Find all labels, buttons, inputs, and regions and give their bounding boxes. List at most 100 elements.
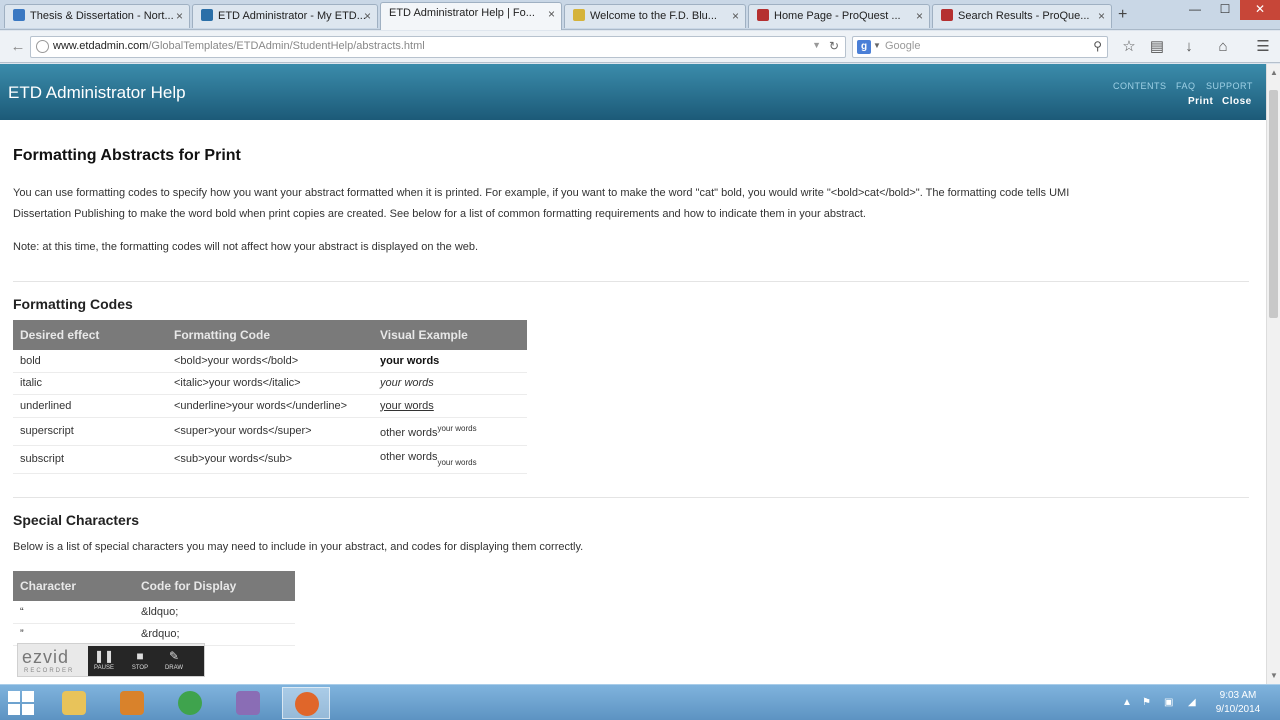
special-characters-table: Character Code for Display “ &ldquo; ” &… xyxy=(13,571,295,646)
start-button[interactable] xyxy=(6,689,36,717)
page-favicon-icon xyxy=(757,9,769,21)
taskbar-chrome[interactable] xyxy=(166,687,214,719)
table-row: subscript <sub>your words</sub> other wo… xyxy=(13,445,527,474)
table-row: ” &rdquo; xyxy=(13,623,295,646)
vertical-scrollbar[interactable]: ▲ ▼ xyxy=(1266,64,1280,684)
formatting-codes-heading: Formatting Codes xyxy=(13,296,133,312)
column-header: Visual Example xyxy=(373,320,527,350)
star-icon[interactable]: ☆ xyxy=(1118,37,1140,57)
maximize-button[interactable]: ☐ xyxy=(1210,0,1240,20)
windows-taskbar: ▲ ⚑ ▣ ◢ 9:03 AM 9/10/2014 xyxy=(0,684,1280,720)
table-row: “ &ldquo; xyxy=(13,601,295,624)
code-cell: <bold>your words</bold> xyxy=(167,350,373,373)
example-cell: your words xyxy=(373,394,527,418)
reload-icon[interactable]: ↻ xyxy=(829,39,839,53)
tab-close-icon[interactable]: × xyxy=(1098,9,1105,23)
page-favicon-icon xyxy=(573,9,585,21)
effect-cell: underlined xyxy=(13,394,167,418)
page-favicon-icon xyxy=(941,9,953,21)
example-cell: other wordsyour words xyxy=(373,417,527,446)
tab-close-icon[interactable]: × xyxy=(732,9,739,23)
tab-thesis[interactable]: Thesis & Dissertation - Nort... × xyxy=(4,4,190,28)
table-header-row: Desired effect Formatting Code Visual Ex… xyxy=(13,320,527,350)
recorder-logo: ezvid xyxy=(22,647,70,667)
pen-icon: ✎ xyxy=(168,649,180,663)
minimize-button[interactable]: — xyxy=(1180,0,1210,20)
close-link[interactable]: Close xyxy=(1222,96,1252,107)
back-arrow-icon[interactable]: ← xyxy=(8,37,28,57)
tab-close-icon[interactable]: × xyxy=(176,9,183,23)
nav-toolbar: ← www.etdadmin.com/GlobalTemplates/ETDAd… xyxy=(0,31,1280,63)
draw-button[interactable]: ✎ DRAW xyxy=(160,646,188,676)
table-row: underlined <underline>your words</underl… xyxy=(13,394,527,418)
pause-button[interactable]: ❚❚ PAUSE xyxy=(90,646,118,676)
home-icon[interactable]: ⌂ xyxy=(1212,37,1234,57)
windows-logo-icon xyxy=(8,691,20,702)
section-divider xyxy=(13,281,1249,282)
bookmarks-icon[interactable]: ▤ xyxy=(1146,37,1168,57)
network-icon[interactable]: ▣ xyxy=(1164,697,1173,708)
recorder-controls: ❚❚ PAUSE ■ STOP ✎ DRAW xyxy=(88,646,204,676)
code-cell: <super>your words</super> xyxy=(167,417,373,446)
dropdown-arrow-icon[interactable]: ▼ xyxy=(812,40,821,50)
volume-icon[interactable]: ◢ xyxy=(1188,697,1196,708)
action-center-icon[interactable]: ⚑ xyxy=(1142,697,1151,708)
tab-strip: Thesis & Dissertation - Nort... × ETD Ad… xyxy=(0,0,1280,30)
table-row: bold <bold>your words</bold> your words xyxy=(13,350,527,373)
system-clock[interactable]: 9:03 AM 9/10/2014 xyxy=(1210,689,1266,717)
taskbar-file-explorer[interactable] xyxy=(50,687,98,719)
tab-search-results[interactable]: Search Results - ProQue... × xyxy=(932,4,1112,28)
media-icon xyxy=(120,691,144,715)
site-header: ETD Administrator Help CONTENTS FAQ SUPP… xyxy=(0,64,1266,120)
table-header-row: Character Code for Display xyxy=(13,571,295,601)
page-title: Formatting Abstracts for Print xyxy=(13,147,241,164)
table-row: superscript <super>your words</super> ot… xyxy=(13,417,527,446)
column-header: Desired effect xyxy=(13,320,167,350)
column-header: Formatting Code xyxy=(167,320,373,350)
tab-proquest-home[interactable]: Home Page - ProQuest ... × xyxy=(748,4,930,28)
scroll-up-arrow-icon[interactable]: ▲ xyxy=(1269,68,1279,77)
google-icon: g xyxy=(857,40,871,54)
support-link[interactable]: SUPPORT xyxy=(1206,81,1253,91)
tab-etd-admin[interactable]: ETD Administrator - My ETD... × xyxy=(192,4,378,28)
contents-link[interactable]: CONTENTS xyxy=(1113,81,1167,91)
tool-icon xyxy=(236,691,260,715)
print-link[interactable]: Print xyxy=(1188,96,1213,107)
section-divider xyxy=(13,497,1249,498)
search-icon[interactable]: ⚲ xyxy=(1093,39,1102,53)
close-window-button[interactable]: ✕ xyxy=(1240,0,1280,20)
intro-line-2: Dissertation Publishing to make the word… xyxy=(13,208,866,220)
ezvid-recorder-widget: ezvid RECORDER ❚❚ PAUSE ■ STOP ✎ DRAW xyxy=(17,643,205,677)
taskbar-firefox[interactable] xyxy=(282,687,330,719)
download-icon[interactable]: ↓ xyxy=(1178,37,1200,57)
code-cell: &ldquo; xyxy=(134,601,295,624)
tab-close-icon[interactable]: × xyxy=(548,7,555,21)
tab-welcome[interactable]: Welcome to the F.D. Blu... × xyxy=(564,4,746,28)
intro-line-1: You can use formatting codes to specify … xyxy=(13,187,1070,199)
page-favicon-icon xyxy=(201,9,213,21)
menu-icon[interactable]: ☰ xyxy=(1252,37,1274,57)
effect-cell: bold xyxy=(13,350,167,373)
search-engine-dropdown-icon[interactable]: ▼ xyxy=(873,41,881,50)
taskbar-media[interactable] xyxy=(108,687,156,719)
example-cell: other wordsyour words xyxy=(373,445,527,474)
tab-etd-help[interactable]: ETD Administrator Help | Fo... × xyxy=(380,2,562,30)
tab-close-icon[interactable]: × xyxy=(916,9,923,23)
effect-cell: italic xyxy=(13,372,167,395)
note-text: Note: at this time, the formatting codes… xyxy=(13,241,479,253)
character-cell: “ xyxy=(13,601,134,624)
taskbar-tool[interactable] xyxy=(224,687,272,719)
clock-time: 9:03 AM xyxy=(1219,690,1257,701)
code-cell: <italic>your words</italic> xyxy=(167,372,373,395)
address-bar[interactable]: www.etdadmin.com/GlobalTemplates/ETDAdmi… xyxy=(30,36,846,58)
faq-link[interactable]: FAQ xyxy=(1176,81,1196,91)
scroll-down-arrow-icon[interactable]: ▼ xyxy=(1269,671,1279,680)
tray-expand-icon[interactable]: ▲ xyxy=(1122,697,1132,708)
clock-date: 9/10/2014 xyxy=(1215,704,1261,715)
scrollbar-thumb[interactable] xyxy=(1269,90,1278,318)
effect-cell: superscript xyxy=(13,417,167,446)
stop-button[interactable]: ■ STOP xyxy=(126,646,154,676)
tab-close-icon[interactable]: × xyxy=(364,9,371,23)
search-input[interactable]: g ▼ Google ⚲ xyxy=(852,36,1108,58)
new-tab-button[interactable]: + xyxy=(1118,6,1127,24)
